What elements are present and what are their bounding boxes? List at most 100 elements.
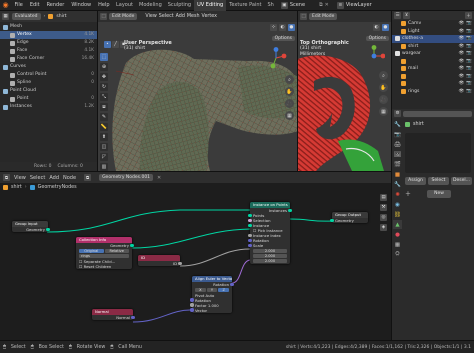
spreadsheet-domain-point-cloud[interactable]: Point Cloud <box>0 87 97 95</box>
zoom-icon[interactable]: ⌕ <box>285 75 294 84</box>
options-dropdown[interactable]: Options <box>271 35 295 42</box>
render-visibility-icon[interactable]: 📷 <box>466 88 472 96</box>
spreadsheet-domain-edge[interactable]: Edge 8.2K <box>0 39 97 47</box>
vertex-select-icon[interactable]: • <box>104 41 111 48</box>
render-visibility-icon[interactable]: 📷 <box>466 28 472 36</box>
viewport-top-orthographic[interactable]: ⬚ Edit Mode Top Orthographic (31) shirt … <box>298 11 391 171</box>
outliner-item[interactable]: 👁 📷 <box>392 73 474 81</box>
add-icon[interactable]: ＋ <box>405 189 411 198</box>
camera-view-icon[interactable]: 🎥 <box>285 99 294 108</box>
vector-socket-icon[interactable] <box>190 308 194 312</box>
align-euler-node[interactable]: Align Euler to Vector Rotation X Y Z Piv… <box>190 276 234 313</box>
normal-socket-icon[interactable] <box>131 315 135 320</box>
group-tab-icon[interactable]: ◈ <box>380 224 387 231</box>
menu-mesh[interactable]: Mesh <box>187 14 200 19</box>
grid-toggle-icon[interactable]: ▦ <box>285 111 294 120</box>
node-tab-icon[interactable]: ▤ <box>380 194 387 201</box>
reset-children-checkbox[interactable]: ☐ Reset Children <box>76 264 132 269</box>
editor-type-icon-right[interactable]: ⬚ <box>300 13 307 20</box>
menu-view[interactable]: View <box>145 14 156 19</box>
extrude-tool-icon[interactable]: ⬆ <box>100 133 108 141</box>
properties-type-icon[interactable]: ⚙ <box>394 110 401 117</box>
scene-copy-icon[interactable]: ⧉ <box>319 2 323 8</box>
outliner-item[interactable]: 👁 📷 <box>392 58 474 66</box>
tab-uv-editing[interactable]: UV Editing <box>194 0 227 11</box>
spreadsheet-domain-instances[interactable]: Instances 1.2K <box>0 103 97 111</box>
align-rotation-input-socket-icon[interactable] <box>190 298 194 302</box>
output-tab-icon[interactable]: 🖨 <box>393 140 402 149</box>
deselect-button[interactable]: Desel... <box>451 177 472 185</box>
collection-info-geometry-output[interactable]: Geometry <box>76 243 134 248</box>
gizmo-toggle-icon[interactable]: ⊹ <box>270 24 277 31</box>
outliner-filter-icon[interactable]: ⊻ <box>403 12 410 19</box>
overlay-toggle-icon-right[interactable]: ◐ <box>373 24 380 31</box>
object-tab-icon[interactable]: ■ <box>393 170 402 179</box>
transform-tool-icon[interactable]: ⧈ <box>100 103 108 111</box>
scale-z-field[interactable]: 2.000 <box>253 258 287 263</box>
loop-cut-tool-icon[interactable]: ▥ <box>100 163 108 171</box>
normal-node[interactable]: Normal Normal <box>92 309 135 320</box>
editor-type-icon[interactable]: ⬚ <box>100 13 107 20</box>
id-output[interactable]: ID <box>138 261 182 266</box>
pan-hand-icon[interactable]: ✋ <box>285 87 294 96</box>
eye-icon[interactable]: 👁 <box>459 80 465 88</box>
menu-select[interactable]: Select <box>159 14 174 19</box>
rotation-socket-icon[interactable] <box>248 238 252 243</box>
id-node[interactable]: ID ID <box>138 255 182 266</box>
collection-geometry-socket-icon[interactable] <box>130 243 134 248</box>
menu-edit[interactable]: Edit <box>26 0 43 11</box>
original-toggle[interactable]: Original <box>79 248 104 253</box>
rotate-tool-icon[interactable]: ↻ <box>100 83 108 91</box>
menu-file[interactable]: File <box>11 0 26 11</box>
outliner-item[interactable]: wargear 👁 📷 <box>392 50 474 58</box>
edge-select-icon[interactable]: ╱ <box>112 41 119 48</box>
axis-z-button[interactable]: Z <box>218 287 230 292</box>
eye-icon[interactable]: 👁 <box>459 28 465 36</box>
render-visibility-icon[interactable]: 📷 <box>466 58 472 66</box>
collection-info-node[interactable]: Collection Info Geometry Original Relati… <box>76 237 134 269</box>
relative-toggle[interactable]: Relative <box>104 248 129 253</box>
geometry-node-editor[interactable]: ⧉ View Select Add Node ⧉ Geometry Nodes.… <box>0 171 391 340</box>
grid-toggle-icon-right[interactable]: ▦ <box>379 107 388 116</box>
properties-search-field[interactable] <box>403 110 472 117</box>
id-socket-icon[interactable] <box>178 261 182 266</box>
align-rotation-output-socket-icon[interactable] <box>230 282 234 287</box>
instances-socket-icon[interactable] <box>288 208 292 213</box>
render-tab-icon[interactable]: 📷 <box>393 130 402 139</box>
group-output-geometry-input[interactable]: Geometry <box>330 218 368 223</box>
group-output-node[interactable]: Group Output Geometry <box>330 212 368 223</box>
outliner-item[interactable]: Light 👁 📷 <box>392 28 474 36</box>
select-box-tool-icon[interactable]: ⬚ <box>100 53 108 61</box>
spreadsheet-domain-mesh[interactable]: Mesh <box>0 23 97 31</box>
spreadsheet-editor-type-icon[interactable]: ▦ <box>2 13 9 20</box>
texture-tab-icon[interactable]: ▦ <box>393 240 402 249</box>
eye-icon[interactable]: 👁 <box>459 88 465 96</box>
axis-x-button[interactable]: X <box>195 287 206 292</box>
tool-tab-icon[interactable]: 🔧 <box>393 120 402 129</box>
navigation-gizmo-right[interactable] <box>363 45 385 67</box>
outliner-item[interactable]: shirt 👁 📷 <box>392 43 474 51</box>
outliner-item[interactable]: 👁 📷 <box>392 80 474 88</box>
vertex-group-list[interactable] <box>405 133 471 173</box>
group-input-node[interactable]: Group Input Geometry <box>12 221 50 232</box>
tab-shading[interactable]: Sh <box>264 0 276 11</box>
view-layer-selector[interactable]: ≡ ViewLayer <box>336 1 372 9</box>
outliner-item[interactable]: mail 👁 📷 <box>392 65 474 73</box>
tab-modeling[interactable]: Modeling <box>136 0 165 11</box>
axis-y-button[interactable]: Y <box>206 287 218 292</box>
menu-render[interactable]: Render <box>43 0 68 11</box>
tool-tab-icon-node[interactable]: ⚒ <box>380 204 387 211</box>
menu-add[interactable]: Add <box>176 14 185 19</box>
shading-solid-icon[interactable]: ● <box>288 24 295 31</box>
pan-hand-icon-right[interactable]: ✋ <box>379 83 388 92</box>
menu-help[interactable]: Help <box>95 0 113 11</box>
constraints-tab-icon[interactable]: ⛓ <box>393 210 402 219</box>
factor-socket-icon[interactable] <box>190 303 194 307</box>
spreadsheet-domain-spline[interactable]: Spline 0 <box>0 79 97 87</box>
selection-socket-icon[interactable] <box>248 218 252 223</box>
eye-icon[interactable]: 👁 <box>459 35 465 43</box>
scale-socket-icon[interactable] <box>248 243 252 248</box>
mode-dropdown-right[interactable]: Edit Mode <box>309 13 338 20</box>
collection-field[interactable]: rings <box>79 253 129 258</box>
outliner-item[interactable]: rings 👁 📷 <box>392 88 474 96</box>
